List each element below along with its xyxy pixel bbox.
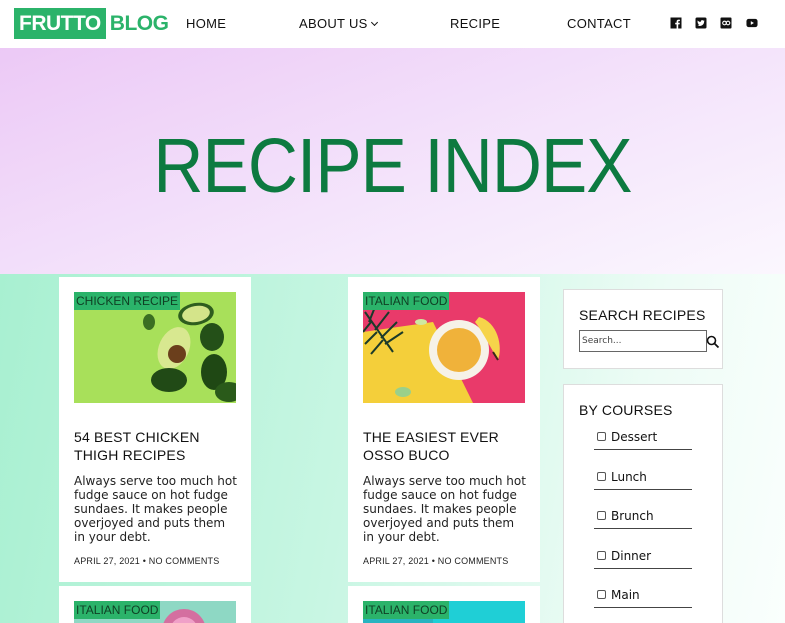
recipe-card[interactable]: ITALIAN FOOD THE EASIEST EVER OSSO BUCO … xyxy=(348,277,540,582)
logo-text: BLOG xyxy=(109,12,169,35)
checkbox[interactable] xyxy=(597,590,606,599)
course-label: Dessert xyxy=(611,430,658,444)
site-logo[interactable]: FRUTTO BLOG xyxy=(14,8,169,39)
search-icon[interactable] xyxy=(706,335,720,349)
course-dinner[interactable]: Dinner xyxy=(594,549,692,569)
course-dessert[interactable]: Dessert xyxy=(594,430,692,450)
post-meta: APRIL 27, 2021 • NO COMMENTS xyxy=(74,556,220,566)
widget-title-courses: BY COURSES xyxy=(579,402,673,418)
nav-about-us[interactable]: ABOUT US xyxy=(299,16,378,31)
facebook-icon[interactable] xyxy=(670,17,682,29)
checkbox[interactable] xyxy=(597,432,606,441)
recipe-title[interactable]: THE EASIEST EVER OSSO BUCO xyxy=(363,428,528,464)
recipe-card[interactable]: ITALIAN FOOD xyxy=(59,586,251,623)
checkbox[interactable] xyxy=(597,511,606,520)
recipe-card[interactable]: ITALIAN FOOD xyxy=(348,586,540,623)
category-tag[interactable]: ITALIAN FOOD xyxy=(363,601,450,619)
search-widget: SEARCH RECIPES xyxy=(563,289,723,369)
category-tag[interactable]: ITALIAN FOOD xyxy=(363,292,450,310)
course-brunch[interactable]: Brunch xyxy=(594,509,692,529)
nav-about-label: ABOUT US xyxy=(299,16,368,31)
page-title: RECIPE INDEX xyxy=(153,123,632,209)
nav-home[interactable]: HOME xyxy=(186,16,226,31)
youtube-icon[interactable] xyxy=(746,17,758,29)
course-label: Brunch xyxy=(611,509,654,523)
site-header: FRUTTO BLOG HOME ABOUT US RECIPE CONTACT xyxy=(0,0,785,48)
recipe-excerpt: Always serve too much hot fudge sauce on… xyxy=(363,474,526,544)
recipe-card[interactable]: CHICKEN RECIPE 54 BEST CHICKEN THIGH REC… xyxy=(59,277,251,582)
recipe-title[interactable]: 54 BEST CHICKEN THIGH RECIPES xyxy=(74,428,239,464)
hero-banner: RECIPE INDEX xyxy=(0,48,785,274)
twitter-icon[interactable] xyxy=(695,17,707,29)
course-label: Main xyxy=(611,588,640,602)
recipe-excerpt: Always serve too much hot fudge sauce on… xyxy=(74,474,237,544)
courses-widget: BY COURSES Dessert Lunch Brunch Dinner M… xyxy=(563,384,723,623)
course-label: Dinner xyxy=(611,549,652,563)
nav-contact[interactable]: CONTACT xyxy=(567,16,631,31)
course-lunch[interactable]: Lunch xyxy=(594,470,692,490)
500px-icon[interactable] xyxy=(720,17,732,29)
nav-recipe[interactable]: RECIPE xyxy=(450,16,500,31)
widget-title-search: SEARCH RECIPES xyxy=(579,307,706,323)
post-meta: APRIL 27, 2021 • NO COMMENTS xyxy=(363,556,509,566)
chevron-down-icon xyxy=(370,18,378,27)
course-main[interactable]: Main xyxy=(594,588,692,608)
search-field[interactable] xyxy=(579,330,720,352)
content-area: CHICKEN RECIPE 54 BEST CHICKEN THIGH REC… xyxy=(0,274,785,623)
logo-box: FRUTTO xyxy=(14,8,106,39)
search-input[interactable] xyxy=(582,334,692,348)
category-tag[interactable]: CHICKEN RECIPE xyxy=(74,292,181,310)
category-tag[interactable]: ITALIAN FOOD xyxy=(74,601,161,619)
checkbox[interactable] xyxy=(597,472,606,481)
course-label: Lunch xyxy=(611,470,647,484)
checkbox[interactable] xyxy=(597,551,606,560)
